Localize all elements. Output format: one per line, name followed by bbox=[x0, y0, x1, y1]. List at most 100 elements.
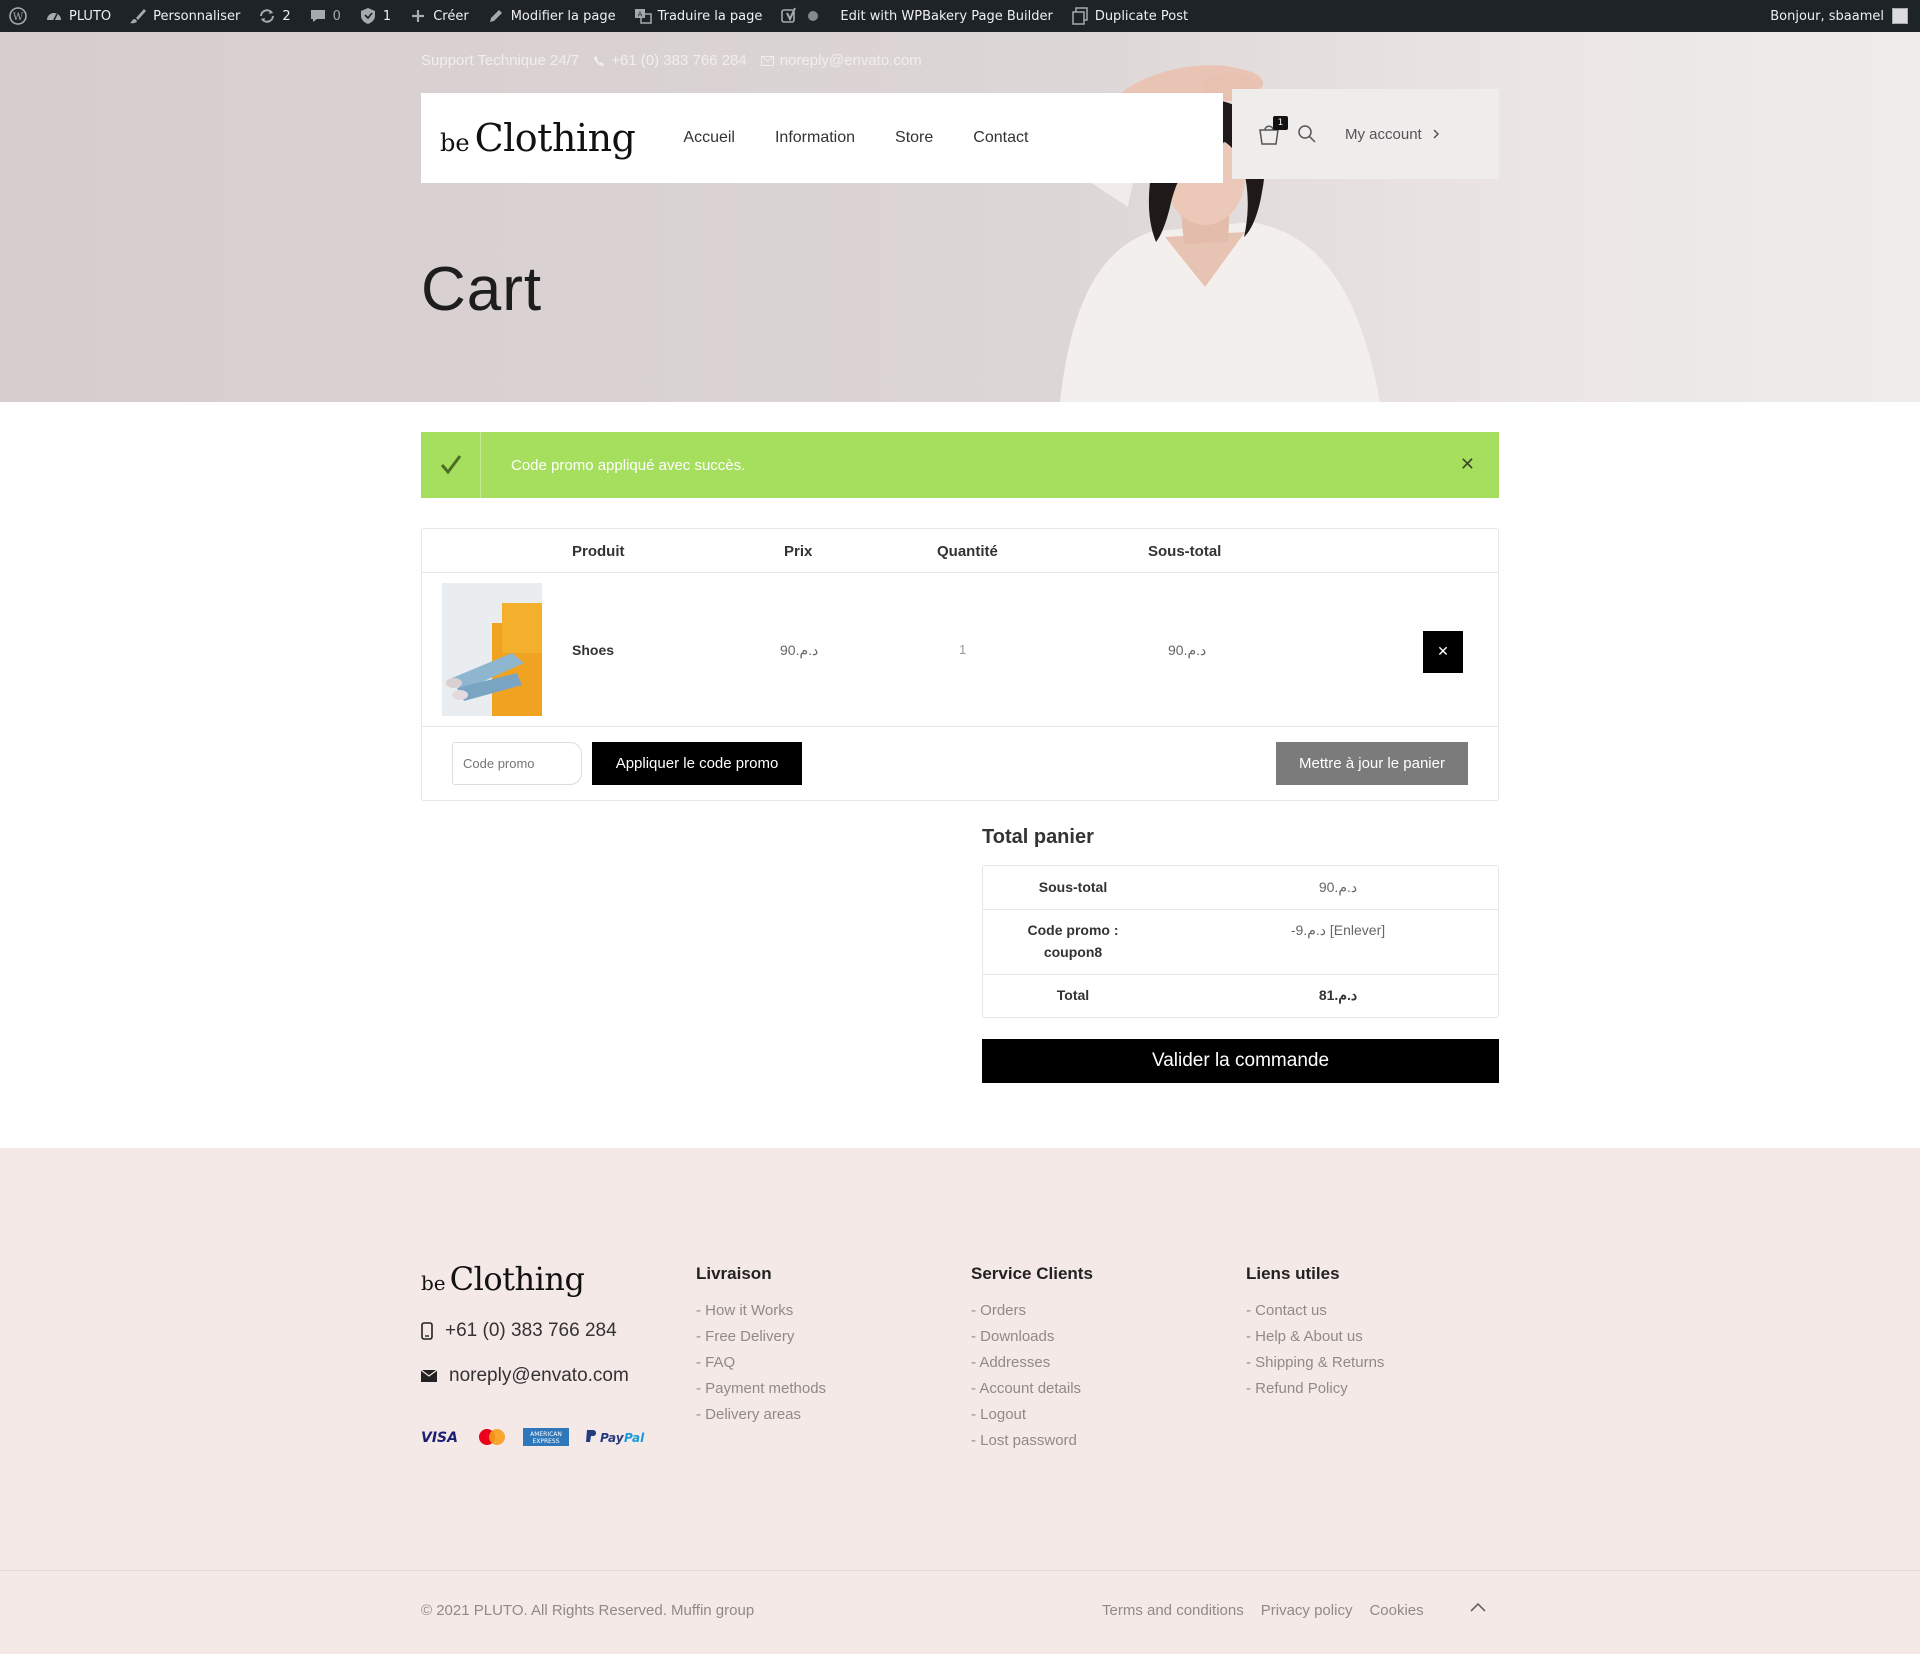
quantity-input[interactable]: 1 bbox=[959, 642, 966, 657]
total-value: 81.د.م bbox=[1318, 987, 1358, 1003]
duplicate-post-menu[interactable]: Duplicate Post bbox=[1062, 0, 1197, 32]
support-text: Support Technique 24/7 bbox=[421, 52, 580, 69]
update-cart-button[interactable]: Mettre à jour le panier bbox=[1276, 742, 1468, 785]
subtotal-label: Sous-total bbox=[1038, 879, 1108, 895]
site-name-menu[interactable]: PLUTO bbox=[36, 0, 120, 32]
page-hero: Support Technique 24/7 +61 (0) 383 766 2… bbox=[0, 32, 1920, 402]
terms-link[interactable]: Terms and conditions bbox=[1102, 1602, 1244, 1619]
security-menu[interactable]: 1 bbox=[350, 0, 400, 32]
footer-link[interactable]: - FAQ bbox=[696, 1350, 826, 1376]
search-button[interactable] bbox=[1297, 124, 1317, 144]
create-label: Créer bbox=[433, 8, 469, 24]
site-logo[interactable]: be Clothing bbox=[440, 116, 636, 160]
remove-item-button[interactable]: ✕ bbox=[1423, 631, 1463, 673]
footer-logo[interactable]: be Clothing bbox=[421, 1260, 585, 1298]
footer-link[interactable]: - Payment methods bbox=[696, 1376, 826, 1402]
header-subtotal: Sous-total bbox=[1148, 543, 1222, 560]
main-nav: Accueil Information Store Contact bbox=[683, 129, 1028, 147]
cart-count-badge: 1 bbox=[1273, 116, 1288, 130]
footer-phone[interactable]: +61 (0) 383 766 284 bbox=[421, 1320, 617, 1342]
coupon-discount: -9.د.م bbox=[1290, 922, 1326, 938]
yoast-menu[interactable] bbox=[771, 0, 831, 32]
comments-menu[interactable]: 0 bbox=[300, 0, 350, 32]
plus-icon bbox=[409, 7, 427, 25]
total-label: Total bbox=[1056, 987, 1090, 1003]
product-thumbnail[interactable] bbox=[442, 583, 542, 716]
header-product: Produit bbox=[572, 543, 625, 560]
footer-email-label: noreply@envato.com bbox=[449, 1365, 629, 1386]
top-phone[interactable]: +61 (0) 383 766 284 bbox=[593, 52, 747, 69]
yoast-icon bbox=[780, 7, 798, 25]
footer-link[interactable]: - Shipping & Returns bbox=[1246, 1350, 1384, 1376]
svg-text:A: A bbox=[637, 11, 642, 19]
nav-store[interactable]: Store bbox=[895, 129, 933, 147]
footer-link[interactable]: - Downloads bbox=[971, 1324, 1093, 1350]
footer-col-liens-utiles: Liens utiles - Contact us - Help & About… bbox=[1246, 1264, 1384, 1402]
privacy-link[interactable]: Privacy policy bbox=[1261, 1602, 1353, 1619]
close-icon: ✕ bbox=[1437, 644, 1449, 660]
footer-link[interactable]: - Contact us bbox=[1246, 1298, 1384, 1324]
remove-coupon-link[interactable]: [Enlever] bbox=[1330, 922, 1385, 938]
coupon-code-input[interactable] bbox=[452, 742, 582, 785]
shield-icon bbox=[359, 7, 377, 25]
customize-menu[interactable]: Personnaliser bbox=[120, 0, 249, 32]
product-name-link[interactable]: Shoes bbox=[572, 642, 614, 658]
seo-status-dot-icon bbox=[804, 7, 822, 25]
footer-link[interactable]: - Addresses bbox=[971, 1350, 1093, 1376]
mastercard-icon bbox=[479, 1429, 505, 1445]
footer-link[interactable]: - Logout bbox=[971, 1402, 1093, 1428]
back-to-top-button[interactable] bbox=[1466, 1596, 1490, 1620]
checkmark-icon bbox=[421, 432, 481, 498]
divider bbox=[983, 909, 1498, 910]
my-account-menu[interactable]: Bonjour, sbaamel bbox=[1770, 0, 1908, 32]
footer-link[interactable]: - Lost password bbox=[971, 1428, 1093, 1454]
coupon-label: Code promo : coupon8 bbox=[983, 919, 1163, 963]
cookies-link[interactable]: Cookies bbox=[1369, 1602, 1423, 1619]
divider bbox=[983, 974, 1498, 975]
updates-icon bbox=[258, 7, 276, 25]
footer-link[interactable]: - Help & About us bbox=[1246, 1324, 1384, 1350]
nav-information[interactable]: Information bbox=[775, 129, 855, 147]
duplicate-post-label: Duplicate Post bbox=[1094, 8, 1189, 24]
payment-methods: VISA AMERICAN EXPRESS Pay Pal bbox=[421, 1428, 649, 1446]
totals-row-total: Total 81.د.م bbox=[983, 984, 1498, 1008]
wpbakery-menu[interactable]: Edit with WPBakery Page Builder bbox=[831, 0, 1061, 32]
envelope-icon bbox=[421, 1370, 437, 1382]
nav-contact[interactable]: Contact bbox=[973, 129, 1028, 147]
avatar bbox=[1892, 8, 1908, 24]
footer-link[interactable]: - Orders bbox=[971, 1298, 1093, 1324]
wp-logo-menu[interactable]: W bbox=[0, 0, 36, 32]
nav-accueil[interactable]: Accueil bbox=[683, 129, 735, 147]
footer-link[interactable]: - Delivery areas bbox=[696, 1402, 826, 1428]
notice-message: Code promo appliqué avec succès. bbox=[511, 456, 746, 474]
mobile-phone-icon bbox=[421, 1322, 433, 1340]
duplicate-icon bbox=[1071, 7, 1089, 25]
cart-button[interactable]: 1 bbox=[1257, 116, 1288, 146]
checkout-button[interactable]: Valider la commande bbox=[982, 1039, 1499, 1083]
pencil-icon bbox=[487, 7, 505, 25]
create-menu[interactable]: Créer bbox=[400, 0, 477, 32]
search-icon bbox=[1298, 125, 1316, 143]
apply-coupon-button[interactable]: Appliquer le code promo bbox=[592, 742, 802, 785]
logo-big-text: Clothing bbox=[474, 116, 636, 160]
updates-menu[interactable]: 2 bbox=[249, 0, 299, 32]
hero-model-image bbox=[1060, 65, 1380, 402]
my-account-label: My account bbox=[1345, 125, 1422, 143]
footer-link[interactable]: - Account details bbox=[971, 1376, 1093, 1402]
footer-link[interactable]: - How it Works bbox=[696, 1298, 826, 1324]
footer-bottom-links: Terms and conditions Privacy policy Cook… bbox=[1102, 1602, 1424, 1619]
edit-page-menu[interactable]: Modifier la page bbox=[478, 0, 625, 32]
footer-link[interactable]: - Refund Policy bbox=[1246, 1376, 1384, 1402]
footer-email[interactable]: noreply@envato.com bbox=[421, 1365, 629, 1387]
paypal-icon: Pay Pal bbox=[586, 1430, 645, 1445]
footer-link[interactable]: - Free Delivery bbox=[696, 1324, 826, 1350]
site-name-label: PLUTO bbox=[69, 8, 112, 24]
top-email[interactable]: noreply@envato.com bbox=[760, 52, 922, 69]
wpbakery-label: Edit with WPBakery Page Builder bbox=[840, 8, 1053, 24]
translate-menu[interactable]: A Traduire la page bbox=[625, 0, 772, 32]
close-icon[interactable]: ✕ bbox=[1460, 454, 1475, 475]
divider bbox=[422, 572, 1498, 573]
header-actions: 1 My account bbox=[1232, 89, 1499, 179]
top-info-bar: Support Technique 24/7 +61 (0) 383 766 2… bbox=[421, 52, 922, 69]
my-account-link[interactable]: My account bbox=[1345, 126, 1440, 143]
